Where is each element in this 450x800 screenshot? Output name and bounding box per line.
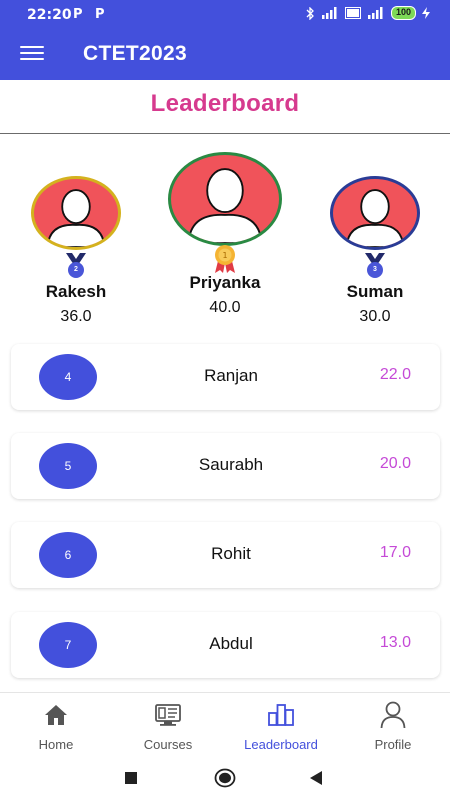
rank-badge: 3 [367,262,383,278]
nav-home[interactable]: Home [0,701,112,752]
leaderboard-row[interactable]: 4 Ranjan 22.0 [11,344,440,410]
nav-courses[interactable]: Courses [112,701,224,752]
menu-icon[interactable] [20,42,44,66]
person-icon [345,189,405,247]
player-score: 13.0 [379,634,411,651]
player-score: 22.0 [379,366,411,383]
battery-icon: 100 [390,6,416,20]
app-bar: CTET2023 [0,28,450,80]
avatar [330,176,420,250]
nav-label: Courses [143,737,193,752]
podium-score: 40.0 [209,299,241,316]
leaderboard-row[interactable]: 7 Abdul 13.0 [11,612,440,678]
page-title: Leaderboard [150,90,300,117]
rank-badge: 5 [39,443,97,489]
nav-label: Leaderboard [244,737,318,752]
player-name: Ranjan [204,366,258,385]
bottom-nav: Home Courses Leaderboard Profile [0,692,450,756]
screen: 22:20 P P 100 CTET2023 Leaderboard 2 Rak… [0,0,450,800]
courses-icon [112,701,224,729]
rank-badge: 7 [39,622,97,668]
avatar [31,176,121,250]
nav-label: Home [38,737,74,752]
leaderboard-row[interactable]: 5 Saurabh 20.0 [11,433,440,499]
status-icons: 100 [305,6,430,20]
status-time: 22:20 [27,7,72,23]
nav-profile[interactable]: Profile [337,701,449,752]
charging-icon [422,7,430,19]
rank-badge: 6 [39,532,97,578]
podium-third[interactable]: 3 Suman 30.0 [320,176,430,326]
player-score: 20.0 [379,455,411,472]
home-icon [0,701,112,729]
player-name: Saurabh [198,455,264,474]
profile-icon [337,701,449,729]
home-button-icon[interactable] [214,768,236,788]
podium-name: Rakesh [45,282,107,301]
system-nav-bar [0,756,450,800]
leaderboard-row[interactable]: 6 Rohit 17.0 [11,522,440,588]
recents-icon[interactable] [124,771,138,785]
rank-badge: 2 [68,262,84,278]
heading-section: Leaderboard [0,80,450,134]
player-score: 17.0 [379,544,411,561]
signal-4g-icon [367,7,383,19]
podium-score: 36.0 [60,308,92,325]
app-title: CTET2023 [83,42,187,65]
notification-p-icon: P [95,7,105,22]
podium-name: Priyanka [189,273,261,292]
nav-leaderboard[interactable]: Leaderboard [225,701,337,752]
volte-icon [344,7,361,19]
podium-score: 30.0 [359,308,391,325]
medal-icon: 3 [363,252,387,278]
rank-badge: 4 [39,354,97,400]
player-name: Rohit [211,544,251,563]
leaderboard-icon [225,701,337,729]
medal-icon: 1 [212,245,238,273]
avatar [168,152,282,246]
back-icon[interactable] [309,770,323,786]
notification-p-icon: P [73,7,83,22]
person-icon [46,189,106,247]
podium-name: Suman [346,282,404,301]
status-bar: 22:20 P P 100 [0,0,450,28]
nav-label: Profile [374,737,412,752]
medal-icon: 2 [64,252,88,278]
signal-icon [321,7,337,19]
bluetooth-icon [306,6,314,20]
player-name: Abdul [209,634,253,653]
podium-first[interactable]: 1 Priyanka 40.0 [160,152,290,317]
svg-text:1: 1 [222,251,227,260]
person-icon [187,168,263,243]
podium-second[interactable]: 2 Rakesh 36.0 [21,176,131,326]
